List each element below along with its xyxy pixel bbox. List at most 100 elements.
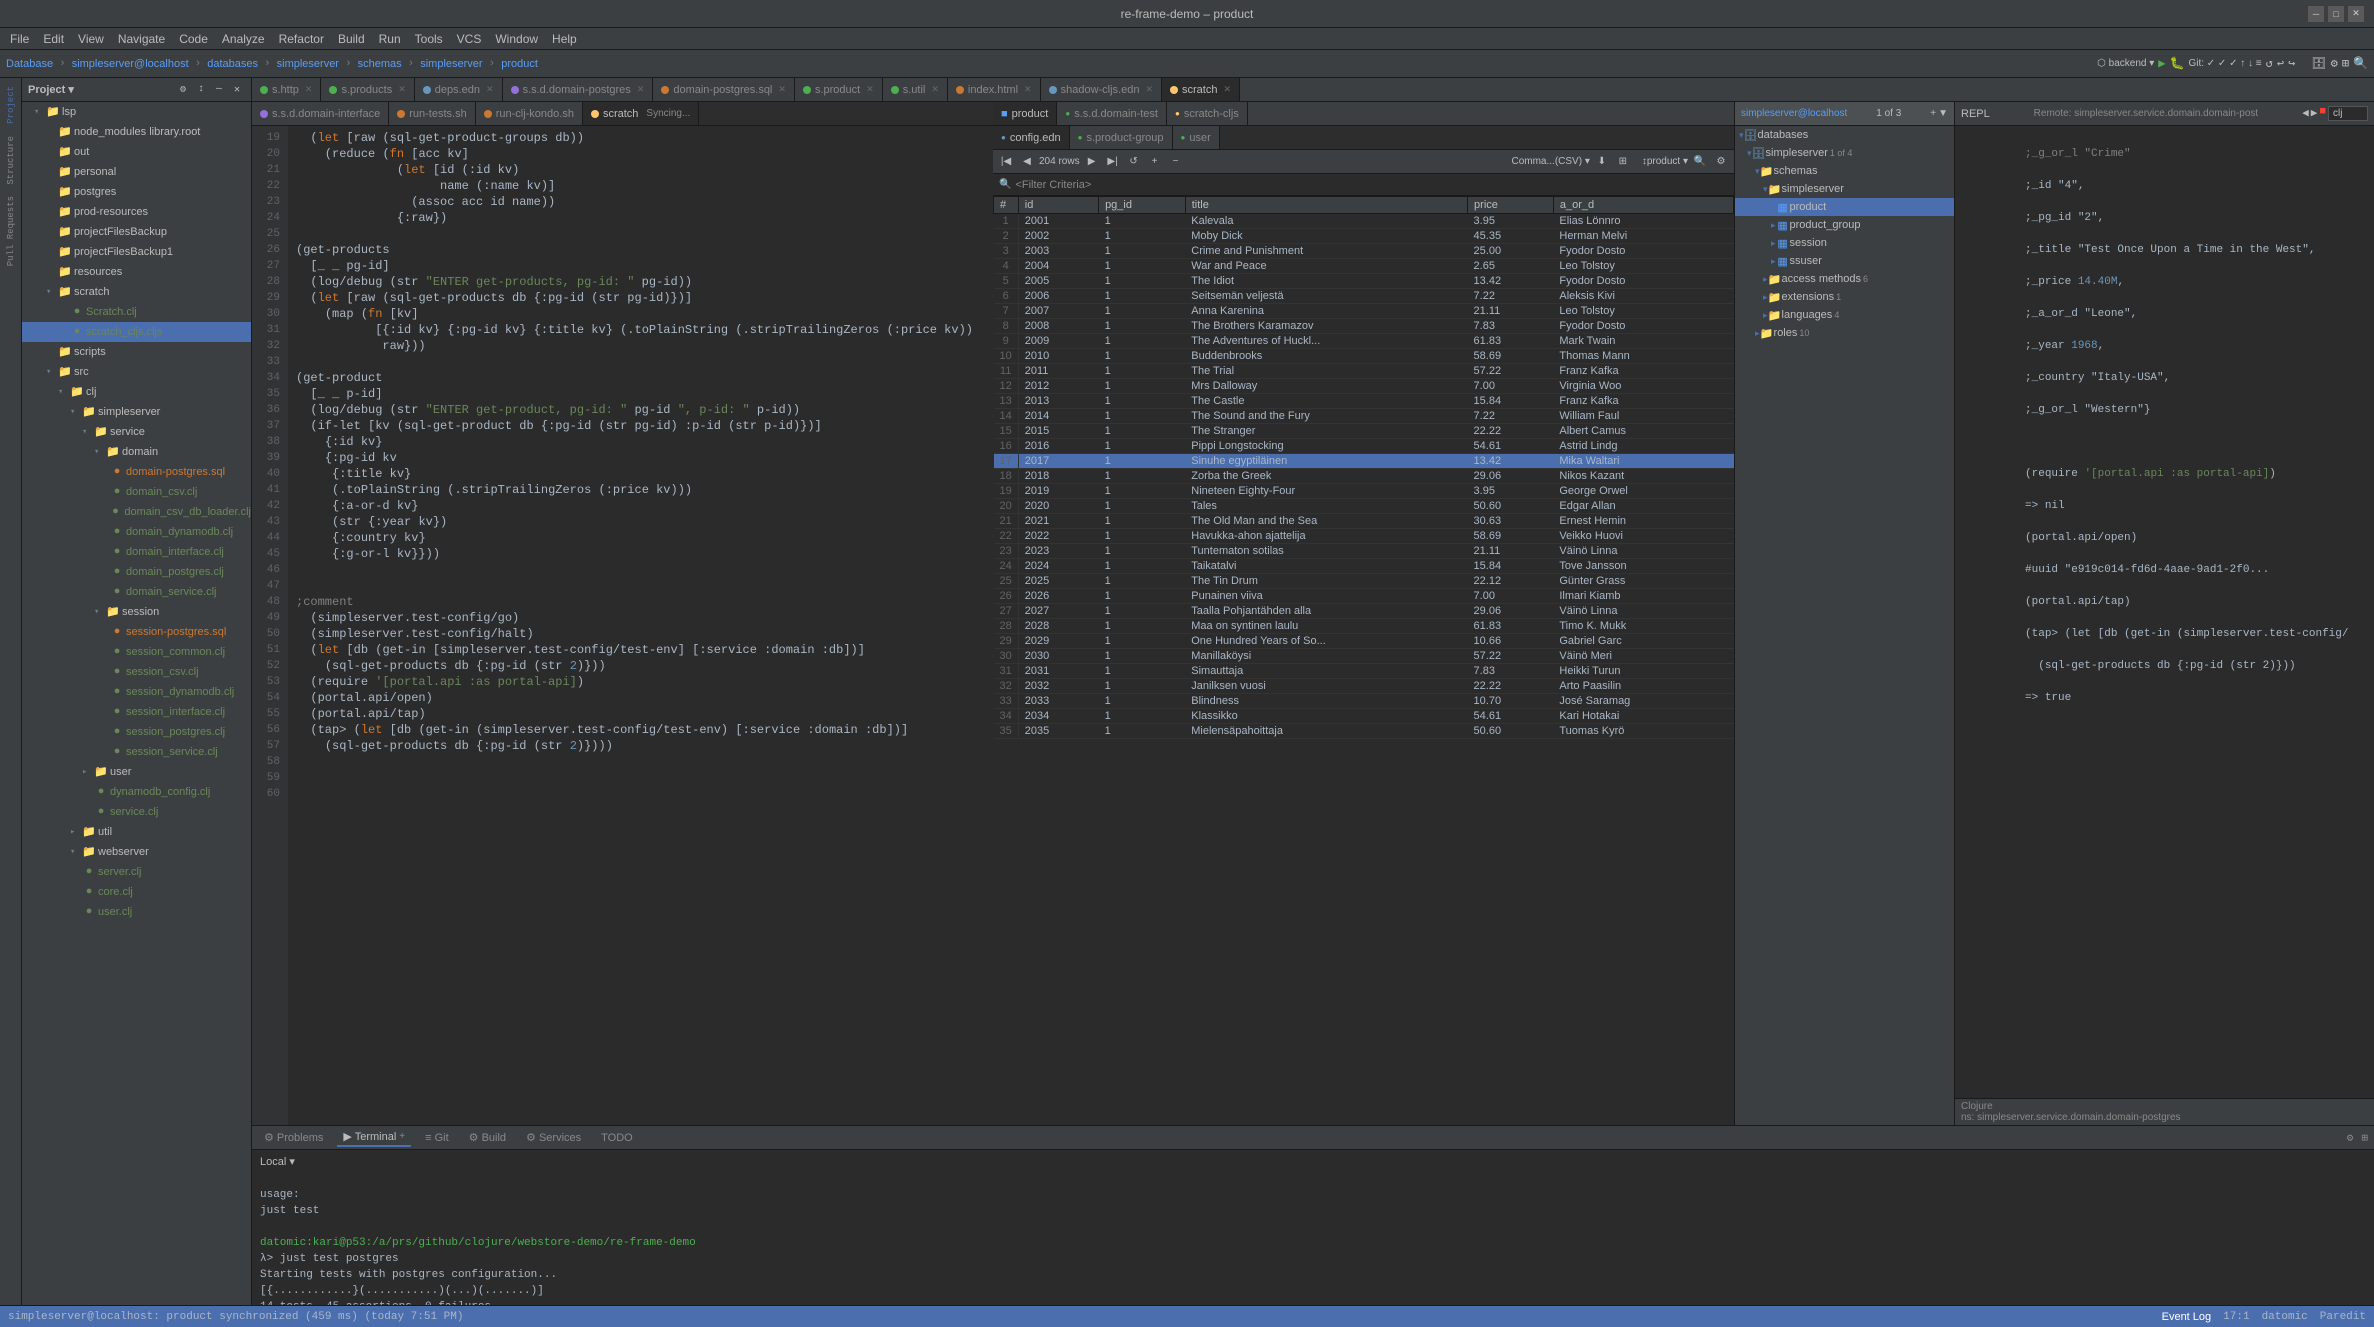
tree-item-user-clj[interactable]: ● user.clj [22,902,251,922]
db-tree-session[interactable]: ▸ ▦ session [1735,234,1954,252]
terminal-tab-git[interactable]: ≡ Git [419,1130,455,1146]
tree-item-service[interactable]: ▾ 📁 service [22,422,251,442]
tree-item-session-dynamo[interactable]: ● session_dynamodb.clj [22,682,251,702]
filter-btn[interactable]: ⊞ [1614,153,1632,171]
menu-edit[interactable]: Edit [37,30,70,48]
tab-run-tests[interactable]: run-tests.sh [389,102,475,125]
db-tree-product-group[interactable]: ▸ ▦ product_group [1735,216,1954,234]
table-row[interactable]: 32 2032 1 Janilksen vuosi 22.22 Arto Paa… [994,679,1734,694]
export-btn[interactable]: ⬇ [1593,153,1611,171]
tree-item-projectfilesbk1[interactable]: 📁 projectFilesBackup1 [22,242,251,262]
table-row[interactable]: 10 2010 1 Buddenbrooks 58.69 Thomas Mann [994,349,1734,364]
table-row[interactable]: 9 2009 1 The Adventures of Huckl... 61.8… [994,334,1734,349]
tab-s-products[interactable]: s.products ✕ [321,78,414,101]
table-row[interactable]: 12 2012 1 Mrs Dalloway 7.00 Virginia Woo [994,379,1734,394]
tab-product-group[interactable]: ● s.product-group [1070,126,1173,149]
table-row[interactable]: 27 2027 1 Taalla Pohjantähden alla 29.06… [994,604,1734,619]
table-row[interactable]: 14 2014 1 The Sound and the Fury 7.22 Wi… [994,409,1734,424]
tree-item-session-common[interactable]: ● session_common.clj [22,642,251,662]
breadcrumb-product[interactable]: product [501,58,538,70]
db-tree-schemas-simpleserver[interactable]: ▾ 📁 simpleserver [1735,180,1954,198]
table-row[interactable]: 34 2034 1 Klassikko 54.61 Kari Hotakai [994,709,1734,724]
tree-item-webserver[interactable]: ▾ 📁 webserver [22,842,251,862]
tree-item-domain[interactable]: ▾ 📁 domain [22,442,251,462]
tab-s-product[interactable]: s.product ✕ [795,78,883,101]
tree-item-lsp[interactable]: ▾ 📁 lsp [22,102,251,122]
breadcrumb-databases[interactable]: databases [207,58,258,70]
terminal-local-tab[interactable]: Local ▾ [260,1156,295,1168]
pull-requests-icon[interactable]: Pull Requests [6,192,16,270]
db-tree-databases[interactable]: ▾ 🗄 databases [1735,126,1954,144]
tree-item-domain-dynamo[interactable]: ● domain_dynamodb.clj [22,522,251,542]
tree-item-clj[interactable]: ▾ 📁 clj [22,382,251,402]
menu-run[interactable]: Run [373,30,407,48]
sidebar-gear-icon[interactable]: ⚙ [175,82,191,98]
col-price[interactable]: price [1468,197,1554,214]
tree-item-util[interactable]: ▸ 📁 util [22,822,251,842]
terminal-tab-problems[interactable]: ⚙ Problems [258,1129,329,1146]
tree-item-session-service[interactable]: ● session_service.clj [22,742,251,762]
tree-item-session-interface[interactable]: ● session_interface.clj [22,702,251,722]
breadcrumb-host[interactable]: simpleserver@localhost [72,58,189,70]
tab-s-http[interactable]: s.http ✕ [252,78,321,101]
tab-shadow-cljs[interactable]: shadow-cljs.edn ✕ [1041,78,1162,101]
tree-item-scratch-dir[interactable]: ▾ 📁 scratch [22,282,251,302]
breadcrumb-simpleserver[interactable]: simpleserver [277,58,339,70]
tab-index-html[interactable]: index.html ✕ [948,78,1041,101]
tab-domain-sql[interactable]: domain-postgres.sql ✕ [653,78,795,101]
breadcrumb-simpleserver2[interactable]: simpleserver [420,58,482,70]
table-row[interactable]: 24 2024 1 Taikatalvi 15.84 Tove Jansson [994,559,1734,574]
table-row[interactable]: 29 2029 1 One Hundred Years of So... 10.… [994,634,1734,649]
menu-help[interactable]: Help [546,30,583,48]
tree-item-simpleserver[interactable]: ▾ 📁 simpleserver [22,402,251,422]
tab-deps-edn[interactable]: deps.edn ✕ [415,78,503,101]
db-icon[interactable]: 🗄 [2311,56,2326,71]
menu-refactor[interactable]: Refactor [273,30,330,48]
config-btn[interactable]: ⚙ [1712,153,1730,171]
terminal-settings-icon[interactable]: ⚙ [2347,1131,2354,1145]
terminal-tab-todo[interactable]: TODO [595,1130,639,1146]
settings-icon[interactable]: ⚙ [2331,56,2338,71]
maximize-button[interactable]: □ [2328,6,2344,22]
close-button[interactable]: ✕ [2348,6,2364,22]
tree-item-prod-resources[interactable]: 📁 prod-resources [22,202,251,222]
tree-item-dynamo-config[interactable]: ● dynamodb_config.clj [22,782,251,802]
tree-item-server-clj[interactable]: ● server.clj [22,862,251,882]
sidebar-collapse-icon[interactable]: — [211,82,227,98]
tree-item-session-postgres-sql[interactable]: ● session-postgres.sql [22,622,251,642]
terminal-expand-icon[interactable]: ⊞ [2361,1131,2368,1145]
db-tree-plus-icon[interactable]: + [1930,108,1936,119]
table-row[interactable]: 28 2028 1 Maa on syntinen laulu 61.83 Ti… [994,619,1734,634]
prev-page-btn[interactable]: ◀ [1018,153,1036,171]
menu-vcs[interactable]: VCS [451,30,488,48]
delete-row-btn[interactable]: − [1167,153,1185,171]
tab-user-db[interactable]: ● user [1173,126,1220,149]
tree-item-domain-postgres-sql[interactable]: ● domain-postgres.sql [22,462,251,482]
terminal-tab-terminal[interactable]: ▶ Terminal + [337,1128,411,1147]
table-row[interactable]: 31 2031 1 Simauttaja 7.83 Heikki Turun [994,664,1734,679]
table-row[interactable]: 11 2011 1 The Trial 57.22 Franz Kafka [994,364,1734,379]
tree-item-domain-service[interactable]: ● domain_service.clj [22,582,251,602]
tree-item-out[interactable]: 📁 out [22,142,251,162]
tree-item-domain-csv[interactable]: ● domain_csv.clj [22,482,251,502]
table-row[interactable]: 15 2015 1 The Stranger 22.22 Albert Camu… [994,424,1734,439]
table-row[interactable]: 23 2023 1 Tuntematon sotilas 21.11 Väinö… [994,544,1734,559]
tree-item-user[interactable]: ▸ 📁 user [22,762,251,782]
menu-code[interactable]: Code [173,30,214,48]
table-row[interactable]: 35 2035 1 Mielensäpahoittaja 50.60 Tuoma… [994,724,1734,739]
breadcrumb-schemas[interactable]: schemas [358,58,402,70]
col-pgid[interactable]: pg_id [1099,197,1186,214]
table-row[interactable]: 30 2030 1 Manillaköysi 57.22 Väinö Meri [994,649,1734,664]
data-table[interactable]: # id pg_id title price a_or_d 1 2001 1 K… [993,196,1734,1125]
table-row[interactable]: 5 2005 1 The Idiot 13.42 Fyodor Dosto [994,274,1734,289]
tab-scratch-cljs-db[interactable]: ● scratch-cljs [1167,102,1248,125]
table-row[interactable]: 4 2004 1 War and Peace 2.65 Leo Tolstoy [994,259,1734,274]
db-tree-ssuser[interactable]: ▸ ▦ ssuser [1735,252,1954,270]
table-row[interactable]: 1 2001 1 Kalevala 3.95 Elias Lönnro [994,214,1734,229]
col-id[interactable]: id [1018,197,1098,214]
tab-scratch-active[interactable]: scratch Syncing... [583,102,699,125]
undo-icon[interactable]: ↩ [2277,56,2284,71]
table-row[interactable]: 26 2026 1 Punainen viiva 7.00 Ilmari Kia… [994,589,1734,604]
db-tree-extensions[interactable]: ▸ 📁 extensions 1 [1735,288,1954,306]
repl-ns-input[interactable]: clj [2328,106,2368,121]
